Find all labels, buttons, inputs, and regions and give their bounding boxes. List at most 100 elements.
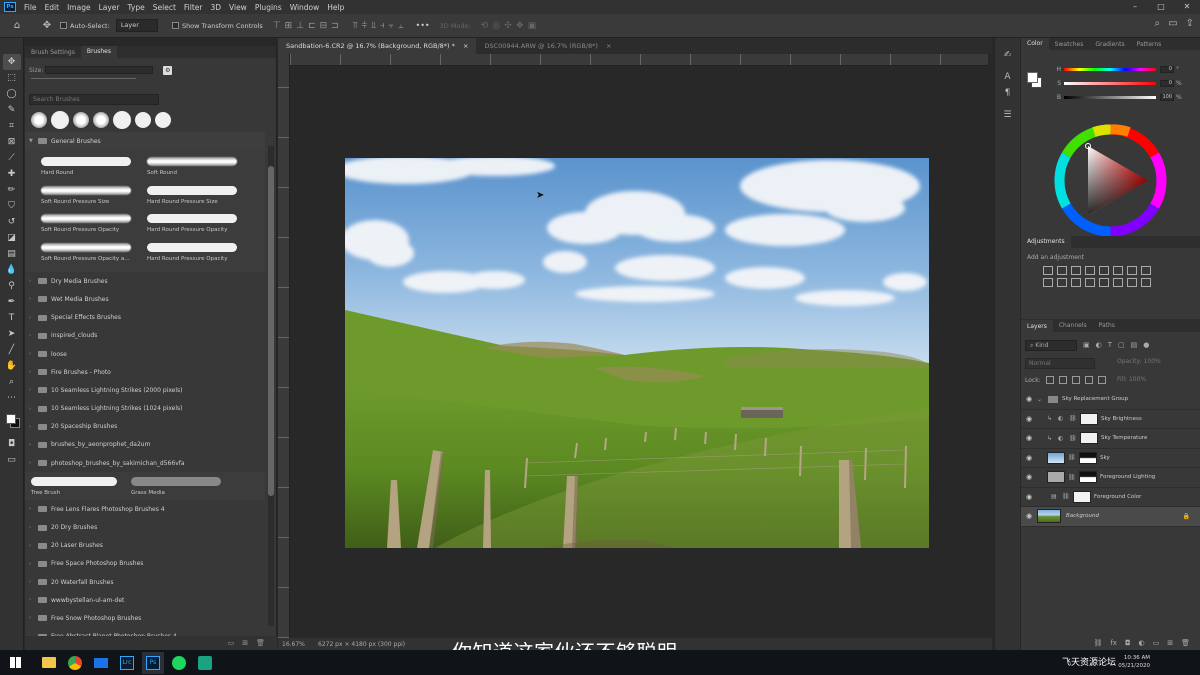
add-mask-icon[interactable]: ◘: [1125, 639, 1131, 647]
tab-document[interactable]: DSC00944.ARW @ 16.7% (RGB/8*) ×: [476, 38, 619, 54]
tab-layers[interactable]: Layers: [1021, 319, 1053, 332]
fill-control[interactable]: Fill: 100%: [1117, 376, 1146, 383]
menu-help[interactable]: Help: [323, 3, 348, 12]
line-tool-icon[interactable]: ╱: [3, 342, 21, 358]
color-wheel[interactable]: [1054, 124, 1167, 237]
layer-mask-thumbnail[interactable]: [1079, 471, 1097, 484]
distribute-bottom-icon[interactable]: ⫫: [371, 21, 376, 31]
3d-pan-icon[interactable]: ✣: [504, 21, 512, 31]
menu-file[interactable]: File: [20, 3, 41, 12]
lightroom-icon[interactable]: Lrc: [116, 652, 138, 674]
brush-folder[interactable]: › Dry Media Brushes: [25, 272, 265, 290]
align-bottom-icon[interactable]: ⊥: [296, 21, 304, 31]
layer-mask-thumbnail[interactable]: [1073, 490, 1091, 503]
brightness-value[interactable]: 100: [1160, 94, 1174, 101]
new-layer-icon[interactable]: ⊞: [1167, 639, 1173, 647]
3d-roll-icon[interactable]: ◎: [492, 21, 500, 31]
delete-layer-icon[interactable]: 🗑: [1181, 639, 1190, 647]
brush-tip-icon[interactable]: [31, 112, 47, 128]
foreground-color-swatch[interactable]: [1027, 72, 1038, 83]
menu-window[interactable]: Window: [286, 3, 324, 12]
invert-icon[interactable]: [1085, 278, 1095, 287]
align-center-icon[interactable]: ⊟: [320, 21, 328, 31]
black-white-icon[interactable]: [1141, 266, 1151, 275]
menu-edit[interactable]: Edit: [41, 3, 64, 12]
brush-folder[interactable]: › 20 Spaceship Brushes: [25, 418, 265, 436]
visibility-eye-icon[interactable]: ◉: [1021, 512, 1037, 520]
tab-swatches[interactable]: Swatches: [1049, 41, 1090, 48]
distribute-right-icon[interactable]: ⫠: [398, 21, 403, 31]
new-group-icon[interactable]: ▭: [228, 639, 235, 647]
tab-patterns[interactable]: Patterns: [1131, 41, 1168, 48]
hue-saturation-icon[interactable]: [1113, 266, 1123, 275]
color-balance-icon[interactable]: [1127, 266, 1137, 275]
fill-value[interactable]: 100%: [1129, 376, 1146, 383]
brush-search-input[interactable]: Search Brushes: [29, 94, 159, 105]
brush-preset[interactable]: Tree Brush: [29, 474, 121, 503]
brush-folder[interactable]: › 10 Seamless Lightning Strikes (1024 pix…: [25, 400, 265, 418]
paragraph-panel-icon[interactable]: ¶: [1005, 88, 1011, 98]
crop-tool-icon[interactable]: ⌗: [3, 118, 21, 134]
menu-layer[interactable]: Layer: [95, 3, 124, 12]
visibility-eye-icon[interactable]: ◉: [1021, 395, 1037, 403]
chrome-icon[interactable]: [64, 652, 86, 674]
layer-filter-dropdown[interactable]: ⌕ Kind: [1025, 340, 1077, 351]
menu-image[interactable]: Image: [63, 3, 95, 12]
channel-mixer-icon[interactable]: [1057, 278, 1067, 287]
adjustment-filter-icon[interactable]: ◐: [1096, 341, 1102, 349]
brush-tip-icon[interactable]: [155, 112, 171, 128]
brush-folder[interactable]: › 20 Waterfall Brushes: [25, 573, 265, 591]
gradient-map-icon[interactable]: [1127, 278, 1137, 287]
photoshop-taskbar-icon[interactable]: Ps: [142, 651, 164, 674]
shape-filter-icon[interactable]: ▢: [1118, 341, 1125, 349]
layer-mask-thumbnail[interactable]: [1080, 412, 1098, 425]
align-left-icon[interactable]: ⊏: [308, 21, 316, 31]
new-adjustment-icon[interactable]: ◐: [1139, 639, 1145, 647]
type-filter-icon[interactable]: T: [1108, 341, 1112, 349]
tab-document-active[interactable]: Sandbation-6.CR2 @ 16.7% (Background, RG…: [278, 38, 477, 54]
brush-tip-icon[interactable]: [73, 112, 89, 128]
eraser-tool-icon[interactable]: ◪: [3, 230, 21, 246]
app-icon[interactable]: [194, 652, 216, 674]
layer-mask-thumbnail[interactable]: [1079, 451, 1097, 464]
layer-thumbnail[interactable]: [1037, 509, 1061, 524]
brush-size-slider[interactable]: [31, 78, 136, 84]
selective-color-icon[interactable]: [1141, 278, 1151, 287]
opacity-value[interactable]: 100%: [1144, 358, 1161, 365]
photo-filter-icon[interactable]: [1043, 278, 1053, 287]
filter-toggle-icon[interactable]: ●: [1143, 341, 1149, 349]
workspace-icon[interactable]: ▭: [1168, 18, 1177, 29]
character-panel-icon[interactable]: A: [1004, 72, 1010, 82]
brush-preset[interactable]: Hard Round Pressure Opacity: [145, 211, 245, 240]
blend-mode-dropdown[interactable]: Normal: [1025, 358, 1095, 369]
blur-tool-icon[interactable]: 💧: [3, 262, 21, 278]
brush-folder[interactable]: › 20 Laser Brushes: [25, 537, 265, 555]
canvas-area[interactable]: ➤: [290, 66, 986, 638]
learn-panel-icon[interactable]: ✍: [1004, 50, 1012, 60]
exposure-icon[interactable]: [1085, 266, 1095, 275]
brush-folder[interactable]: › Special Effects Brushes: [25, 309, 265, 327]
hand-tool-icon[interactable]: ✋: [3, 358, 21, 374]
brush-folder[interactable]: › Free Lens Flares Photoshop Brushes 4: [25, 500, 265, 518]
tab-brushes[interactable]: Brushes: [80, 46, 117, 58]
lock-transparent-icon[interactable]: [1045, 376, 1054, 384]
brush-preset[interactable]: Grass Media: [129, 474, 221, 503]
3d-slide-icon[interactable]: ❖: [516, 21, 524, 31]
menu-select[interactable]: Select: [149, 3, 180, 12]
visibility-eye-icon[interactable]: ◉: [1021, 493, 1037, 501]
auto-select-checkbox[interactable]: Auto-Select:: [60, 22, 110, 30]
close-button[interactable]: ✕: [1174, 0, 1200, 14]
move-tool-icon[interactable]: ✥: [38, 17, 56, 35]
quick-select-tool-icon[interactable]: ✎: [3, 102, 21, 118]
edit-toolbar-icon[interactable]: ⋯: [3, 390, 21, 406]
clone-stamp-tool-icon[interactable]: ⛉: [3, 198, 21, 214]
curves-icon[interactable]: [1071, 266, 1081, 275]
vibrance-icon[interactable]: [1099, 266, 1109, 275]
brush-folder[interactable]: › wwwbystellan-ul-am-det: [25, 591, 265, 609]
brush-preset[interactable]: Soft Round Pressure Opacity: [39, 211, 139, 240]
move-tool-icon[interactable]: ✥: [2, 54, 21, 70]
color-swatches[interactable]: [3, 412, 21, 430]
lasso-tool-icon[interactable]: ◯: [3, 86, 21, 102]
tab-brush-settings[interactable]: Brush Settings: [25, 49, 81, 56]
brush-settings-icon[interactable]: ⚙: [163, 65, 173, 75]
